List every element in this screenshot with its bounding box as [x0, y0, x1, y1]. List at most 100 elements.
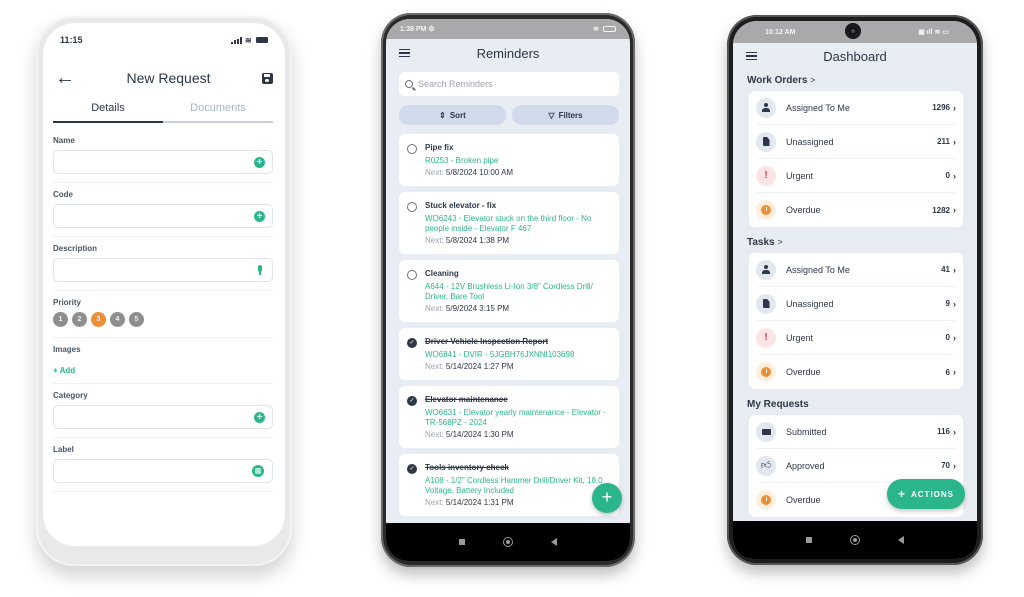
user-icon: [756, 97, 776, 118]
checked-circle-icon[interactable]: ✓: [407, 464, 417, 474]
filters-button[interactable]: ▽ Filters: [512, 105, 619, 125]
dashboard-screen: 10:12 AM ▣ ıll ≋ ▭ Dashboard Work Orders…: [733, 21, 977, 559]
recents-icon[interactable]: [459, 539, 465, 545]
dashboard-row[interactable]: ! Urgent 0 ›: [756, 321, 956, 355]
plus-icon: +: [897, 487, 906, 501]
next-date: 5/14/2024 1:27 PM: [445, 362, 514, 371]
next-date: 5/8/2024 10:00 AM: [445, 168, 514, 177]
page-title: New Request: [126, 70, 211, 86]
priority-option-1[interactable]: 1: [53, 312, 68, 327]
reminder-next-date: Next: 5/8/2024 10:00 AM: [425, 168, 611, 178]
search-bar[interactable]: [399, 72, 619, 96]
row-count: 1296: [932, 103, 950, 112]
dashboard-row[interactable]: ! Urgent 0 ›: [756, 159, 956, 193]
priority-option-4[interactable]: 4: [110, 312, 125, 327]
images-field-group: Images + Add: [53, 344, 273, 384]
section-title[interactable]: Tasks >: [747, 237, 977, 248]
dashboard-row[interactable]: Overdue 1282 ›: [756, 193, 956, 227]
row-label: Approved: [786, 460, 825, 471]
category-field[interactable]: +: [53, 405, 273, 429]
code-field[interactable]: +: [53, 204, 273, 228]
calendar-icon[interactable]: [252, 465, 264, 477]
priority-selector: 1 2 3 4 5: [53, 312, 273, 327]
chevron-right-icon: ›: [953, 426, 956, 437]
checked-circle-icon[interactable]: ✓: [407, 396, 417, 406]
section-title[interactable]: Work Orders >: [747, 75, 977, 86]
user-icon: [756, 259, 776, 280]
label-field[interactable]: [53, 459, 273, 483]
clock-icon: [756, 490, 776, 510]
back-arrow-icon[interactable]: ←: [55, 68, 75, 88]
reminder-next-date: Next: 5/14/2024 1:30 PM: [425, 430, 611, 440]
menu-icon[interactable]: [399, 47, 410, 60]
add-circle-icon[interactable]: +: [254, 157, 265, 168]
add-circle-icon[interactable]: +: [254, 211, 265, 222]
chevron-right-icon: ›: [953, 367, 956, 377]
back-icon[interactable]: [551, 538, 557, 546]
reminder-card[interactable]: ✓ Driver Vehicle Inspection Report WO6841 …: [399, 328, 619, 380]
radio-unchecked-icon[interactable]: [407, 270, 417, 280]
name-field[interactable]: +: [53, 150, 273, 174]
reminder-subtitle[interactable]: WO6631 - Elevator yearly maintenance - E…: [425, 408, 611, 428]
radio-unchecked-icon[interactable]: [407, 202, 417, 212]
microphone-icon[interactable]: [257, 265, 263, 275]
reminder-subtitle[interactable]: R0253 - Broken pipe: [425, 156, 611, 166]
reminder-card[interactable]: Pipe fix R0253 - Broken pipe Next: 5/8/202…: [399, 134, 619, 186]
priority-option-3[interactable]: 3: [91, 312, 106, 327]
tab-bar: Details Documents: [53, 101, 273, 123]
search-input[interactable]: [418, 79, 598, 89]
reminder-subtitle[interactable]: A644 - 12V Brushless Li-Ion 3/8" Cordles…: [425, 282, 611, 302]
section-title-text: Tasks: [747, 237, 775, 248]
actions-button[interactable]: + ACTIONS: [887, 479, 965, 509]
reminder-subtitle[interactable]: WO6243 - Elevator stuck on the third flo…: [425, 214, 611, 234]
section-card: Assigned To Me 1296 › Unassigned 211 ›! Urgent…: [749, 91, 963, 227]
home-icon[interactable]: [850, 535, 860, 545]
chevron-right-icon: ›: [953, 298, 956, 309]
row-count: 6: [945, 367, 950, 377]
exclamation-icon: !: [756, 165, 776, 186]
priority-option-5[interactable]: 5: [129, 312, 144, 327]
reminder-card[interactable]: ✓ Tools inventory check A108 - 1/2" Cordle…: [399, 454, 619, 516]
menu-icon[interactable]: [746, 50, 757, 63]
add-circle-icon[interactable]: +: [254, 412, 265, 423]
priority-option-2[interactable]: 2: [72, 312, 87, 327]
recents-icon[interactable]: [806, 537, 812, 543]
description-field[interactable]: [53, 258, 273, 282]
filters-label: Filters: [558, 110, 583, 120]
chevron-right-icon: ›: [953, 205, 956, 215]
save-icon[interactable]: [261, 72, 273, 84]
tab-details[interactable]: Details: [53, 101, 163, 123]
dashboard-row[interactable]: Assigned To Me 41 ›: [756, 253, 956, 287]
signal-icon: [231, 36, 242, 44]
reminder-subtitle[interactable]: A108 - 1/2" Cordless Hammer Drill/Driver…: [425, 476, 611, 496]
app-header: ← New Request: [55, 67, 273, 89]
checked-circle-icon[interactable]: ✓: [407, 338, 417, 348]
add-reminder-button[interactable]: +: [592, 483, 622, 513]
back-icon[interactable]: [898, 536, 904, 544]
tab-documents[interactable]: Documents: [163, 101, 273, 123]
reminder-list: Pipe fix R0253 - Broken pipe Next: 5/8/202…: [399, 134, 619, 516]
home-icon[interactable]: [503, 537, 513, 547]
radio-unchecked-icon[interactable]: [407, 144, 417, 154]
sort-button[interactable]: ⇕ Sort: [399, 105, 506, 125]
battery-icon: [256, 37, 268, 43]
dashboard-row[interactable]: Overdue 6 ›: [756, 355, 956, 389]
reminder-title: Tools inventory check: [425, 463, 509, 472]
android-nav-bar: [386, 523, 630, 561]
reminder-card[interactable]: Cleaning A644 - 12V Brushless Li-Ion 3/8"…: [399, 260, 619, 322]
dashboard-row[interactable]: Assigned To Me 1296 ›: [756, 91, 956, 125]
dashboard-row[interactable]: Unassigned 9 ›: [756, 287, 956, 321]
dashboard-row[interactable]: Unassigned 211 ›: [756, 125, 956, 159]
add-image-link[interactable]: + Add: [53, 366, 273, 375]
dashboard-row[interactable]: 👍︎ Approved 70 ›: [756, 449, 956, 483]
reminder-card[interactable]: ✓ Elevator maintenance WO6631 - Elevator y…: [399, 386, 619, 448]
chevron-right-icon: ›: [953, 264, 956, 275]
code-field-group: Code +: [53, 189, 273, 237]
label-label: Label: [53, 445, 74, 454]
reminder-subtitle[interactable]: WO6841 - DVIR - 5JGBH76JXNNI103698: [425, 350, 611, 360]
priority-field-group: Priority 1 2 3 4 5: [53, 297, 273, 338]
next-date: 5/14/2024 1:31 PM: [445, 498, 514, 507]
dashboard-row[interactable]: Submitted 116 ›: [756, 415, 956, 449]
reminder-card[interactable]: Stuck elevator - fix WO6243 - Elevator st…: [399, 192, 619, 254]
dashboard-sections: Work Orders > Assigned To Me 1296 › Unassign…: [733, 75, 977, 517]
